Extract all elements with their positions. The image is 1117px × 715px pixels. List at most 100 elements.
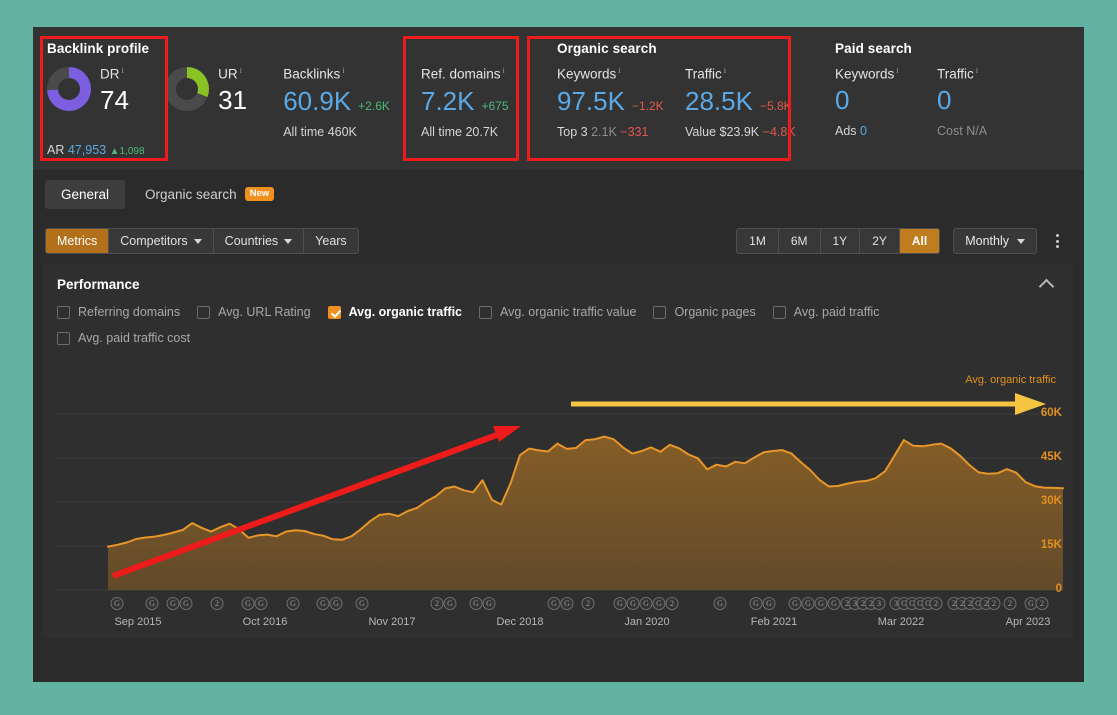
ur-metric: UR i 31 — [165, 65, 283, 115]
x-tick-label: Nov 2017 — [368, 616, 416, 628]
ahrefs-site-explorer-app: Backlink profile DR i 74 UR i 31 Backlin… — [33, 27, 1084, 682]
google-update-marker-icon[interactable]: G — [329, 597, 343, 610]
checkbox-box — [653, 305, 667, 319]
organic-traffic-label: Traffic — [685, 66, 722, 82]
google-update-marker-icon[interactable]: G — [241, 597, 255, 610]
google-update-marker-icon[interactable]: G — [639, 597, 653, 610]
google-update-marker-icon[interactable]: G — [749, 597, 763, 610]
range-6m[interactable]: 6M — [778, 229, 821, 253]
checkbox-avg-url-rating[interactable]: Avg. URL Rating — [197, 302, 311, 322]
google-update-marker-icon[interactable]: G — [547, 597, 561, 610]
google-update-marker-icon[interactable]: G — [443, 597, 457, 610]
ref-domains-sub-label: All time — [421, 124, 462, 139]
frequency-select[interactable]: Monthly — [953, 228, 1037, 254]
range-6m-label: 6M — [790, 234, 808, 248]
ur-info-icon[interactable]: i — [240, 65, 242, 75]
google-update-marker-icon[interactable]: G — [355, 597, 369, 610]
range-1y[interactable]: 1Y — [820, 229, 861, 253]
google-update-marker-icon[interactable]: G — [762, 597, 776, 610]
backlinks-delta: +2.6K — [358, 98, 390, 113]
competitors-button-label: Competitors — [120, 234, 188, 248]
google-update-marker-icon[interactable]: 2 — [1035, 597, 1049, 610]
google-update-marker-icon[interactable]: 2 — [987, 597, 1001, 610]
google-update-marker-icon[interactable]: G — [254, 597, 268, 610]
new-badge: New — [244, 187, 275, 201]
range-2y[interactable]: 2Y — [860, 229, 900, 253]
google-update-marker-icon[interactable]: G — [626, 597, 640, 610]
organic-keywords-info-icon[interactable]: i — [618, 65, 620, 75]
checkbox-referring-domains[interactable]: Referring domains — [57, 302, 180, 322]
chart-canvas[interactable] — [43, 390, 1074, 612]
y-tick-label: 15K — [1040, 539, 1062, 551]
dr-info-icon[interactable]: i — [122, 65, 124, 75]
google-update-marker-icon[interactable]: G — [814, 597, 828, 610]
google-update-marker-icon[interactable]: G — [286, 597, 300, 610]
y-tick-label: 60K — [1040, 407, 1062, 419]
google-update-marker-icon[interactable]: G — [827, 597, 841, 610]
paid-search-group: Paid search Keywords i 0 Ads 0 Traffic i… — [813, 27, 1053, 170]
google-update-marker-icon[interactable]: G — [652, 597, 666, 610]
y-tick-label: 45K — [1040, 451, 1062, 463]
google-update-marker-icon[interactable]: G — [166, 597, 180, 610]
google-update-marker-icon[interactable]: G — [560, 597, 574, 610]
overview-metrics-strip: Backlink profile DR i 74 UR i 31 Backlin… — [33, 27, 1084, 170]
checkbox-avg-organic-traffic-value[interactable]: Avg. organic traffic value — [479, 302, 636, 322]
tab-general-label: General — [61, 186, 110, 202]
google-update-marker-icon[interactable]: G — [482, 597, 496, 610]
google-update-marker-icon[interactable]: G — [788, 597, 802, 610]
google-update-marker-icon[interactable]: G — [801, 597, 815, 610]
organic-traffic-delta: −5.8K — [759, 98, 792, 113]
countries-button[interactable]: Countries — [213, 229, 305, 253]
kebab-dot — [1056, 245, 1059, 248]
tab-organic-search[interactable]: Organic search New — [129, 180, 290, 209]
chevron-up-icon[interactable] — [1038, 278, 1055, 295]
organic-keywords-sub-value: 2.1K — [591, 124, 617, 139]
range-all[interactable]: All — [899, 229, 940, 253]
years-button[interactable]: Years — [304, 229, 358, 253]
paid-traffic-info-icon[interactable]: i — [976, 65, 978, 75]
ref-domains-sub-value: 20.7K — [465, 124, 499, 139]
organic-keywords-sub-delta: −331 — [620, 124, 649, 139]
google-update-marker-icon[interactable]: 3 — [872, 597, 886, 610]
google-update-marker-icon[interactable]: 2 — [581, 597, 595, 610]
google-update-marker-icon[interactable]: 2 — [665, 597, 679, 610]
competitors-button[interactable]: Competitors — [109, 229, 214, 253]
google-update-marker-icon[interactable]: G — [316, 597, 330, 610]
tab-general[interactable]: General — [45, 179, 126, 209]
metric-checkbox-list: Referring domains Avg. URL Rating Avg. o… — [43, 302, 943, 348]
metrics-button[interactable]: Metrics — [46, 229, 110, 253]
ar-value: 47,953 — [67, 143, 107, 157]
google-update-marker-icon[interactable]: G — [179, 597, 193, 610]
checkbox-box — [57, 305, 70, 319]
checkbox-box — [57, 331, 70, 345]
x-tick-label: Jan 2020 — [624, 616, 670, 628]
x-tick-label: Mar 2022 — [877, 616, 925, 628]
google-update-marker-icon[interactable]: G — [469, 597, 483, 610]
checkbox-avg-paid-traffic-cost[interactable]: Avg. paid traffic cost — [57, 328, 190, 348]
google-update-marker-icon[interactable]: G — [713, 597, 727, 610]
series-legend-label: Avg. organic traffic — [965, 374, 1056, 386]
google-update-marker-icon[interactable]: 2 — [1003, 597, 1017, 610]
x-axis-labels: Sep 2015 Oct 2016 Nov 2017 Dec 2018 Jan 2020… — [43, 616, 1074, 630]
dr-gauge-icon — [47, 67, 91, 111]
paid-traffic-sub-value: N/A — [966, 123, 988, 138]
google-update-marker-icon[interactable]: G — [145, 597, 159, 610]
paid-keywords-info-icon[interactable]: i — [896, 65, 898, 75]
google-update-marker-icon[interactable]: G — [110, 597, 124, 610]
google-update-marker-icon[interactable]: 2 — [929, 597, 943, 610]
metrics-button-label: Metrics — [57, 234, 98, 248]
more-options-button[interactable] — [1050, 230, 1065, 252]
checkbox-avg-organic-traffic[interactable]: Avg. organic traffic — [327, 302, 462, 322]
range-1y-label: 1Y — [832, 234, 848, 248]
backlinks-info-icon[interactable]: i — [342, 65, 344, 75]
google-update-marker-icon[interactable]: G — [613, 597, 627, 610]
google-update-marker-icon[interactable]: 2 — [430, 597, 444, 610]
checkbox-avg-paid-traffic[interactable]: Avg. paid traffic — [772, 302, 879, 322]
range-1m[interactable]: 1M — [737, 229, 779, 253]
organic-traffic-sub-value: $23.9K — [719, 124, 760, 139]
checkbox-organic-pages[interactable]: Organic pages — [653, 302, 756, 322]
ref-domains-info-icon[interactable]: i — [503, 65, 505, 75]
organic-traffic-metric: Traffic i 28.5K −5.8K Value $23.9K −4.8K — [685, 65, 813, 139]
google-update-marker-icon[interactable]: 2 — [210, 597, 224, 610]
organic-traffic-info-icon[interactable]: i — [724, 65, 726, 75]
